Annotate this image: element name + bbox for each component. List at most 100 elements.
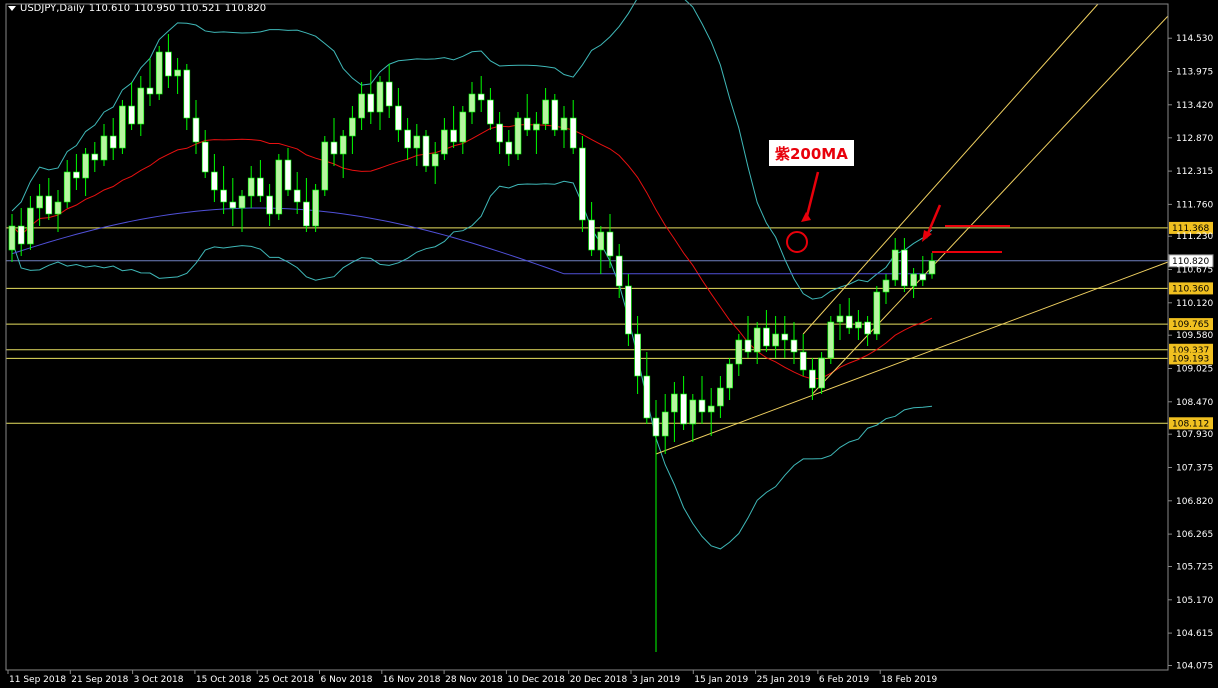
candle-body[interactable] xyxy=(606,231,614,257)
candle-body[interactable] xyxy=(312,189,319,227)
candle-body[interactable] xyxy=(661,411,669,437)
candle-body[interactable] xyxy=(27,207,34,245)
candle-body[interactable] xyxy=(882,279,890,293)
candle-body[interactable] xyxy=(201,141,209,173)
candle-body[interactable] xyxy=(514,117,522,155)
candle-body[interactable] xyxy=(477,93,485,101)
candle-body[interactable] xyxy=(257,177,264,197)
candle-body[interactable] xyxy=(431,153,439,167)
candle-body[interactable] xyxy=(753,327,761,353)
candle-body[interactable] xyxy=(17,225,25,245)
candle-body[interactable] xyxy=(45,195,53,215)
candle-body[interactable] xyxy=(744,339,752,353)
candle-body[interactable] xyxy=(919,273,927,281)
candle-body[interactable] xyxy=(496,123,503,143)
candle-body[interactable] xyxy=(192,117,200,143)
candle-body[interactable] xyxy=(422,135,430,167)
candle-body[interactable] xyxy=(441,129,448,155)
candle-body[interactable] xyxy=(505,141,513,155)
candle-body[interactable] xyxy=(551,99,559,131)
candle-body[interactable] xyxy=(597,231,605,251)
candle-body[interactable] xyxy=(855,321,862,329)
candle-body[interactable] xyxy=(790,339,798,353)
candle-body[interactable] xyxy=(523,117,531,131)
candle-body[interactable] xyxy=(247,177,255,197)
candle-body[interactable] xyxy=(330,141,338,155)
candle-body[interactable] xyxy=(818,357,825,389)
candle-body[interactable] xyxy=(569,117,577,149)
candle-body[interactable] xyxy=(358,93,365,119)
candle-body[interactable] xyxy=(165,51,172,77)
candle-body[interactable] xyxy=(63,171,71,203)
candle-body[interactable] xyxy=(864,321,871,335)
candle-body[interactable] xyxy=(560,117,568,131)
candle-body[interactable] xyxy=(155,51,163,95)
candle-body[interactable] xyxy=(146,87,154,95)
candle-body[interactable] xyxy=(404,129,411,149)
candle-body[interactable] xyxy=(772,333,779,347)
candle-body[interactable] xyxy=(910,273,917,287)
candle-body[interactable] xyxy=(763,327,770,347)
candle-body[interactable] xyxy=(689,399,697,425)
candle-body[interactable] xyxy=(735,339,743,365)
candle-body[interactable] xyxy=(625,285,632,335)
candle-body[interactable] xyxy=(836,315,844,323)
candle-body[interactable] xyxy=(349,117,356,137)
candle-body[interactable] xyxy=(100,135,108,161)
candle-body[interactable] xyxy=(634,333,641,377)
candle-body[interactable] xyxy=(873,291,881,335)
candle-body[interactable] xyxy=(385,81,393,107)
candle-body[interactable] xyxy=(928,260,936,275)
candle-body[interactable] xyxy=(891,249,899,281)
candle-body[interactable] xyxy=(717,387,724,407)
candle-body[interactable] xyxy=(413,135,421,149)
candle-body[interactable] xyxy=(339,135,347,155)
candle-body[interactable] xyxy=(36,195,43,209)
candle-body[interactable] xyxy=(82,153,89,179)
candle-body[interactable] xyxy=(845,315,853,329)
candle-body[interactable] xyxy=(293,189,301,203)
candle-body[interactable] xyxy=(643,375,651,419)
candle-body[interactable] xyxy=(726,363,733,389)
candle-body[interactable] xyxy=(137,87,145,125)
candle-body[interactable] xyxy=(211,171,218,191)
candle-body[interactable] xyxy=(303,201,310,227)
candle-body[interactable] xyxy=(698,399,706,413)
candle-body[interactable] xyxy=(533,123,540,131)
candle-body[interactable] xyxy=(367,93,375,113)
candle-body[interactable] xyxy=(671,393,678,413)
candle-body[interactable] xyxy=(91,153,99,161)
candle-body[interactable] xyxy=(174,69,181,77)
candle-body[interactable] xyxy=(321,141,329,191)
candle-body[interactable] xyxy=(395,105,402,131)
candle-body[interactable] xyxy=(109,135,117,149)
candle-body[interactable] xyxy=(450,129,457,143)
candle-body[interactable] xyxy=(183,69,191,119)
candle-body[interactable] xyxy=(284,159,292,191)
candle-body[interactable] xyxy=(827,321,835,359)
candle-body[interactable] xyxy=(680,393,687,425)
candle-body[interactable] xyxy=(459,111,467,143)
candle-body[interactable] xyxy=(615,255,623,287)
candle-body[interactable] xyxy=(376,81,384,113)
candle-body[interactable] xyxy=(579,147,586,221)
candle-body[interactable] xyxy=(901,249,908,287)
candle-body[interactable] xyxy=(220,189,227,203)
candle-body[interactable] xyxy=(487,99,494,125)
candle-body[interactable] xyxy=(652,417,660,437)
candle-body[interactable] xyxy=(119,105,126,149)
candle-body[interactable] xyxy=(781,333,789,341)
price-chart[interactable]: 111.368110.360109.765109.337109.193108.1… xyxy=(0,0,1218,688)
candle-body[interactable] xyxy=(73,171,80,179)
candle-body[interactable] xyxy=(588,219,595,251)
candle-body[interactable] xyxy=(468,93,476,113)
candle-body[interactable] xyxy=(542,99,549,125)
candle-body[interactable] xyxy=(266,195,273,215)
candle-body[interactable] xyxy=(799,351,807,371)
candle-body[interactable] xyxy=(238,195,246,209)
candle-body[interactable] xyxy=(275,159,283,215)
candle-body[interactable] xyxy=(707,405,715,413)
candle-body[interactable] xyxy=(128,105,135,125)
candle-body[interactable] xyxy=(229,201,237,209)
candle-body[interactable] xyxy=(809,369,816,389)
